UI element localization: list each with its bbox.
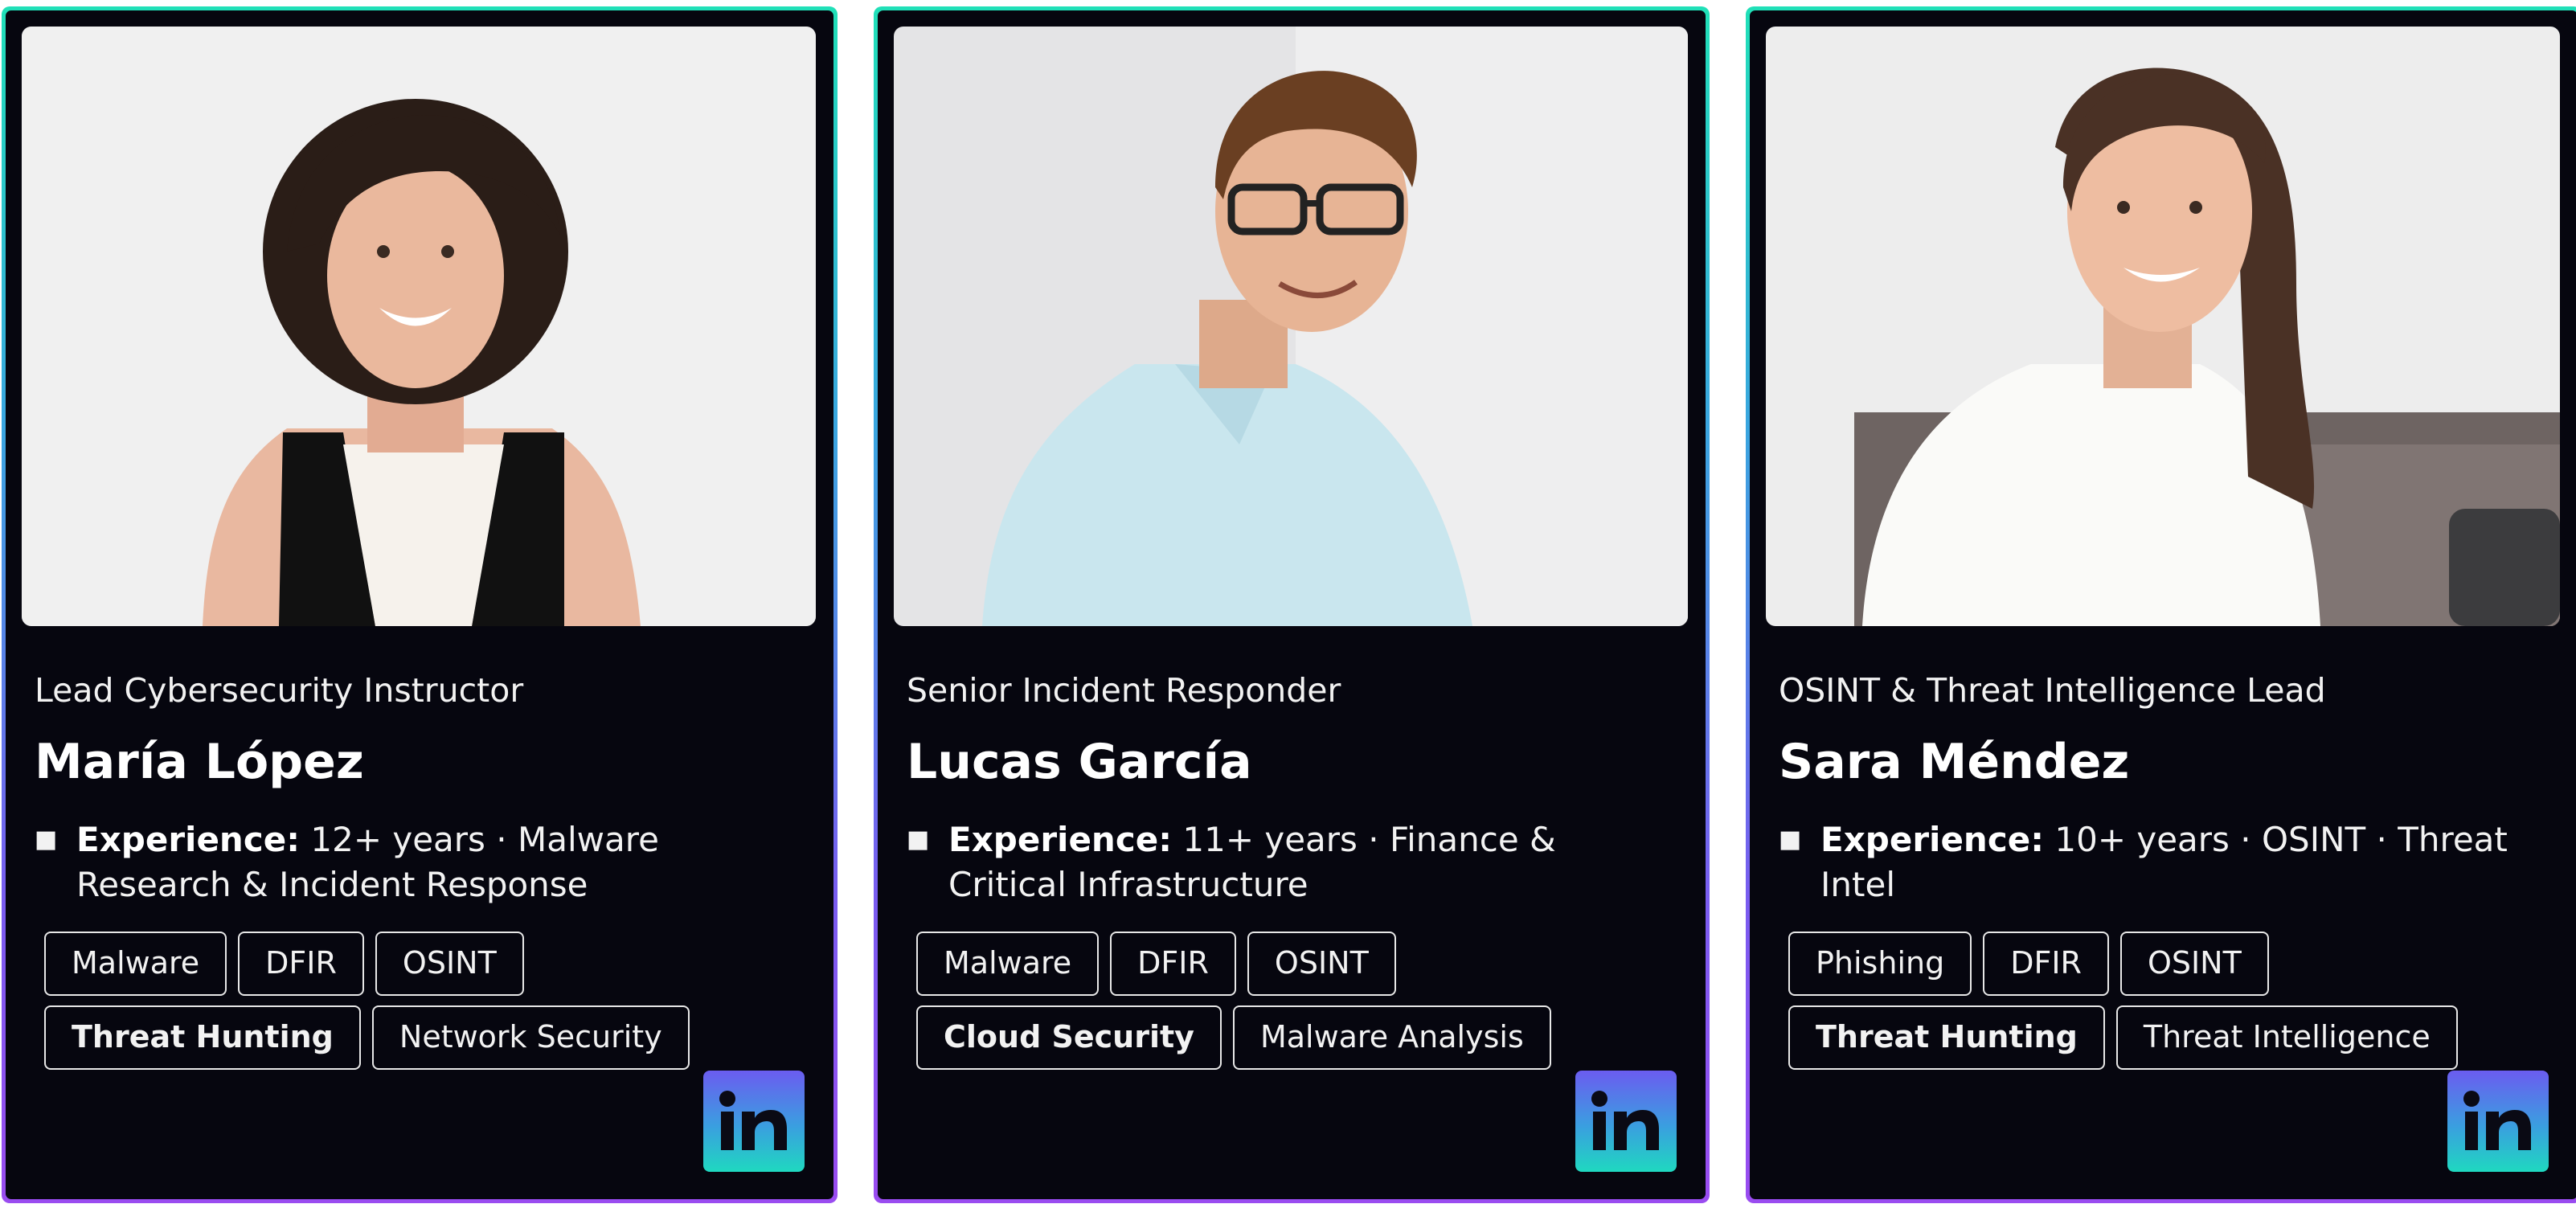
- skill-tag: OSINT: [375, 932, 524, 996]
- instructor-role: Lead Cybersecurity Instructor: [35, 671, 524, 710]
- linkedin-icon: [2463, 1091, 2531, 1150]
- bullet-icon: ■: [35, 825, 58, 854]
- skill-tag: OSINT: [1247, 932, 1396, 996]
- instructor-card-body: OSINT & Threat Intelligence Lead Sara Mé…: [1750, 10, 2576, 1199]
- bullet-icon: ■: [1779, 825, 1802, 854]
- instructor-card: OSINT & Threat Intelligence Lead Sara Mé…: [1746, 6, 2576, 1203]
- skill-tag: DFIR: [238, 932, 364, 996]
- instructor-card-body: Lead Cybersecurity Instructor María Lópe…: [6, 10, 833, 1199]
- instructor-name: Sara Méndez: [1779, 734, 2130, 790]
- skill-tags: Phishing DFIR OSINT Threat Hunting Threa…: [1788, 932, 2552, 1070]
- skill-tag: Phishing: [1788, 932, 1972, 996]
- skill-tag: DFIR: [1110, 932, 1236, 996]
- instructor-card: Senior Incident Responder Lucas García ■…: [874, 6, 1710, 1203]
- linkedin-button[interactable]: [2447, 1071, 2549, 1172]
- linkedin-icon: [719, 1091, 787, 1150]
- skill-tag: OSINT: [2119, 932, 2269, 996]
- linkedin-button[interactable]: [703, 1071, 805, 1172]
- skill-tag: DFIR: [1983, 932, 2109, 996]
- skill-tag: Threat Hunting: [44, 1005, 361, 1070]
- skill-tag: Network Security: [371, 1005, 690, 1070]
- instructor-experience: ■ Experience: 10+ years · OSINT · Threat…: [1779, 817, 2550, 907]
- instructor-name: María López: [35, 734, 364, 790]
- bullet-icon: ■: [907, 825, 930, 854]
- instructor-experience: ■ Experience: 12+ years · Malware Resear…: [35, 817, 806, 907]
- experience-label: Experience:: [948, 820, 1173, 859]
- skill-tag: Malware: [916, 932, 1100, 996]
- experience-label: Experience:: [76, 820, 301, 859]
- linkedin-icon: [1591, 1091, 1659, 1150]
- skill-tag: Malware Analysis: [1232, 1005, 1551, 1070]
- linkedin-button[interactable]: [1575, 1071, 1677, 1172]
- skill-tag: Threat Intelligence: [2115, 1005, 2458, 1070]
- instructor-card: Lead Cybersecurity Instructor María Lópe…: [2, 6, 838, 1203]
- instructor-experience: ■ Experience: 11+ years · Finance & Crit…: [907, 817, 1678, 907]
- instructor-role: OSINT & Threat Intelligence Lead: [1779, 671, 2326, 710]
- instructor-photo: [1766, 27, 2560, 626]
- instructor-role: Senior Incident Responder: [907, 671, 1341, 710]
- experience-label: Experience:: [1820, 820, 2045, 859]
- instructor-grid: Lead Cybersecurity Instructor María Lópe…: [0, 0, 2576, 1208]
- skill-tags: Malware DFIR OSINT Threat Hunting Networ…: [44, 932, 808, 1070]
- instructor-name: Lucas García: [907, 734, 1252, 790]
- skill-tags: Malware DFIR OSINT Cloud Security Malwar…: [916, 932, 1680, 1070]
- instructor-photo: [22, 27, 816, 626]
- skill-tag: Malware: [44, 932, 227, 996]
- instructor-photo: [894, 27, 1688, 626]
- skill-tag: Threat Hunting: [1788, 1005, 2105, 1070]
- skill-tag: Cloud Security: [916, 1005, 1222, 1070]
- instructor-card-body: Senior Incident Responder Lucas García ■…: [878, 10, 1706, 1199]
